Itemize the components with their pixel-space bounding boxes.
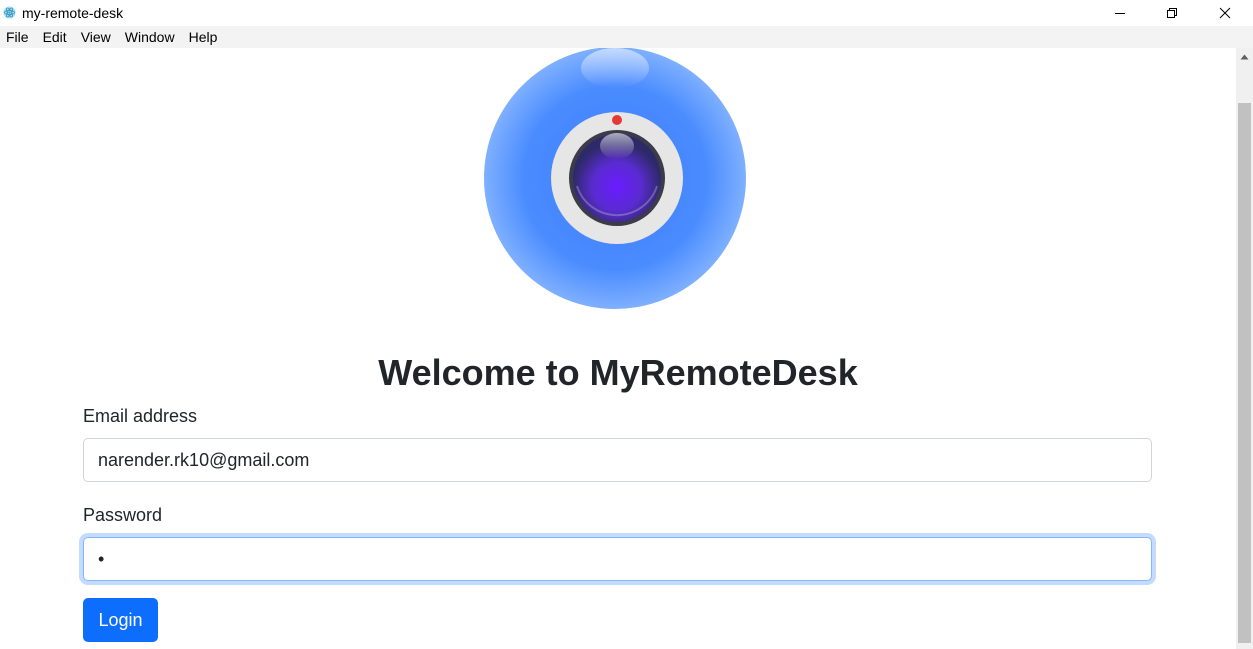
scroll-thumb[interactable] <box>1238 103 1251 643</box>
password-field[interactable] <box>83 537 1152 581</box>
menu-file[interactable]: File <box>0 26 36 48</box>
menu-help[interactable]: Help <box>182 26 225 48</box>
menu-edit[interactable]: Edit <box>36 26 74 48</box>
restore-icon <box>1167 8 1177 18</box>
minimize-icon <box>1115 13 1125 14</box>
login-page: Welcome to MyRemoteDesk Email address Pa… <box>0 48 1236 649</box>
vertical-scrollbar[interactable] <box>1236 48 1253 649</box>
scroll-up-button[interactable] <box>1236 48 1253 65</box>
menu-bar: File Edit View Window Help <box>0 26 1253 48</box>
email-field[interactable] <box>83 438 1152 482</box>
login-button[interactable]: Login <box>83 598 158 642</box>
electron-atom-icon <box>3 6 16 19</box>
page-title: Welcome to MyRemoteDesk <box>378 352 858 393</box>
password-label: Password <box>83 505 163 525</box>
menu-view[interactable]: View <box>74 26 118 48</box>
window-title: my-remote-desk <box>22 5 124 21</box>
minimize-button[interactable] <box>1094 0 1146 26</box>
webcam-icon <box>484 48 746 309</box>
close-icon <box>1219 7 1231 19</box>
close-button[interactable] <box>1199 0 1251 26</box>
caret-up-icon <box>1240 54 1249 59</box>
email-label: Email address <box>83 406 198 426</box>
restore-button[interactable] <box>1146 0 1198 26</box>
menu-window[interactable]: Window <box>118 26 182 48</box>
title-bar: my-remote-desk <box>0 0 1253 26</box>
scroll-down-button[interactable] <box>1236 642 1253 649</box>
